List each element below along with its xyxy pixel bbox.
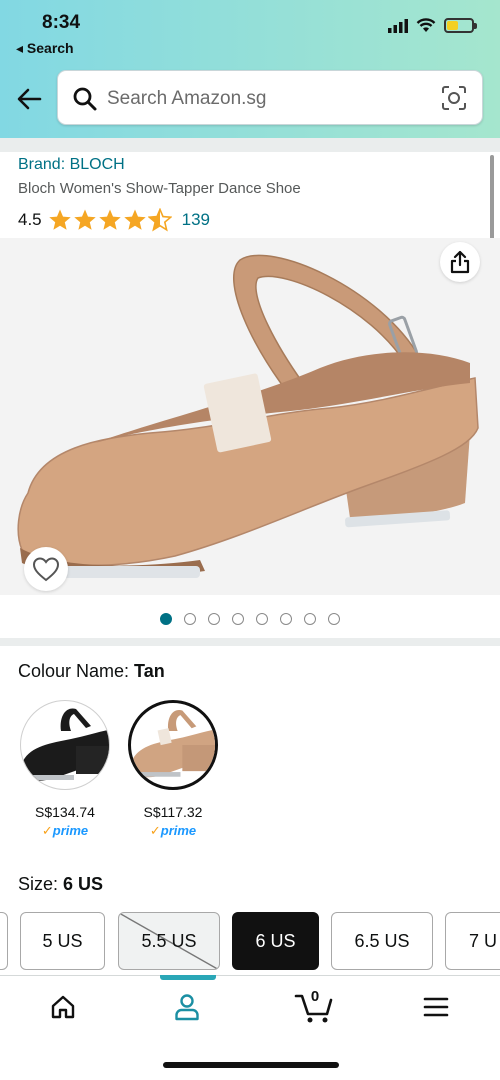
colour-swatch-tan[interactable]: [128, 700, 218, 790]
cart-count-badge: 0: [310, 988, 320, 1005]
carousel-dot[interactable]: [184, 613, 196, 625]
status-time: 8:34: [42, 12, 81, 33]
header: 8:34 ◂ Search Search Amazon.sg: [0, 0, 500, 138]
colour-label-text: Colour Name:: [18, 661, 135, 681]
product-title: Bloch Women's Show-Tapper Dance Shoe: [18, 180, 301, 197]
black-shoe-thumbnail: [23, 708, 109, 781]
size-option-partial[interactable]: [0, 912, 8, 970]
prime-text: prime: [160, 823, 197, 838]
scrollbar[interactable]: [490, 155, 494, 240]
signal-icon: [388, 18, 408, 33]
camera-search-icon[interactable]: [440, 84, 468, 112]
account-icon: [175, 994, 199, 1021]
carousel-dot[interactable]: [304, 613, 316, 625]
prime-badge: ✓prime: [118, 823, 228, 839]
size-option-7[interactable]: 7 U: [445, 912, 500, 970]
swatch-price-tan: S$117.32: [143, 804, 203, 820]
share-button[interactable]: [440, 242, 480, 282]
wishlist-button[interactable]: [24, 547, 68, 591]
search-icon: [73, 87, 97, 111]
star-icon: [98, 209, 121, 230]
colour-name-label: Colour Name: Tan: [18, 661, 165, 682]
search-placeholder: Search Amazon.sg: [107, 88, 267, 109]
size-label-text: Size:: [18, 874, 64, 894]
nav-account[interactable]: [167, 990, 207, 1024]
selected-colour: Tan: [134, 661, 165, 681]
star-rating: [48, 208, 172, 232]
prime-check-icon: ✓: [149, 823, 161, 838]
selected-size: 6 US: [63, 874, 104, 894]
share-icon: [450, 250, 470, 274]
shoe-illustration: [17, 254, 479, 578]
prime-badge: ✓prime: [10, 823, 120, 839]
heart-icon: [32, 557, 60, 582]
section-divider: [0, 138, 500, 152]
swatch-price-black: S$134.74: [35, 804, 95, 820]
carousel-dot[interactable]: [232, 613, 244, 625]
size-option-6-5[interactable]: 6.5 US: [331, 912, 433, 970]
home-icon: [51, 995, 75, 1019]
product-image[interactable]: [0, 238, 500, 595]
hamburger-menu-icon: [423, 997, 449, 1017]
size-option-6-selected[interactable]: 6 US: [232, 912, 319, 970]
brand-link[interactable]: Brand: BLOCH: [18, 156, 125, 174]
back-to-search-link[interactable]: ◂ Search: [16, 40, 74, 57]
carousel-dot[interactable]: [208, 613, 220, 625]
search-input[interactable]: Search Amazon.sg: [57, 70, 483, 125]
wifi-icon: [416, 18, 436, 32]
tan-shoe-thumbnail: [132, 709, 215, 778]
rating-value: 4.5: [18, 210, 42, 229]
prime-text: prime: [52, 823, 89, 838]
colour-swatch-black[interactable]: [20, 700, 110, 790]
carousel-dot[interactable]: [280, 613, 292, 625]
star-icon: [123, 209, 146, 230]
size-option-5[interactable]: 5 US: [20, 912, 105, 970]
home-indicator[interactable]: [163, 1062, 339, 1068]
active-tab-indicator: [160, 975, 216, 980]
back-arrow-icon[interactable]: [14, 84, 44, 114]
review-count-link[interactable]: 139: [182, 210, 210, 230]
section-divider: [0, 638, 500, 646]
half-star-icon: [147, 208, 172, 232]
nav-home[interactable]: [43, 990, 83, 1024]
prime-check-icon: ✓: [41, 823, 53, 838]
star-icon: [73, 209, 96, 230]
battery-icon: [444, 18, 477, 33]
carousel-dot[interactable]: [256, 613, 268, 625]
size-option-5-5-unavailable[interactable]: 5.5 US: [118, 912, 220, 970]
carousel-dot[interactable]: [160, 613, 172, 625]
rating-row[interactable]: 4.5 139: [18, 208, 210, 232]
carousel-dot[interactable]: [328, 613, 340, 625]
size-option-label: 5.5 US: [141, 930, 197, 951]
size-label: Size: 6 US: [18, 874, 103, 895]
carousel-dots: [160, 613, 340, 625]
star-icon: [48, 209, 71, 230]
nav-menu[interactable]: [416, 990, 456, 1024]
status-icons: [388, 18, 477, 33]
